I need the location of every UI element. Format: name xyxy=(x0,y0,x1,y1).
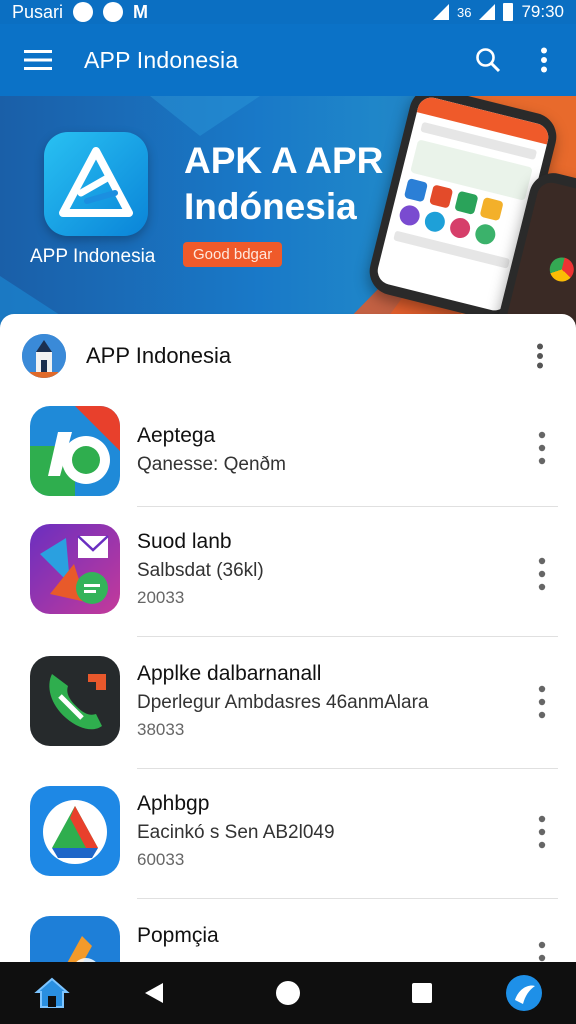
app-list: Aeptega Qanesse: Qenðm Suod lanb Salbsda… xyxy=(0,398,576,962)
nav-home-button[interactable] xyxy=(264,962,312,1024)
home-circle-icon xyxy=(276,981,300,1005)
search-button[interactable] xyxy=(458,24,518,96)
nav-recents-button[interactable] xyxy=(398,962,446,1024)
banner-logo-label: APP Indonesia xyxy=(30,246,156,267)
app-name: Applke dalbarnanall xyxy=(137,662,322,685)
app-name: Suod lanb xyxy=(137,530,232,553)
church-icon xyxy=(22,334,66,378)
mail-chat-icon xyxy=(30,524,120,614)
app-more-button[interactable] xyxy=(532,938,552,962)
app-more-button[interactable] xyxy=(532,682,552,722)
more-vert-icon xyxy=(538,685,546,719)
app-list-item[interactable]: Popmçia xyxy=(0,898,576,962)
app-list-item[interactable]: Suod lanb Salbsdat (36kl) 20033 xyxy=(0,508,576,636)
app-list-item[interactable]: Aeptega Qanesse: Qenðm xyxy=(0,398,576,508)
recents-icon xyxy=(412,983,432,1003)
screen: Pusari M 36 79:30 APP Indonesia APP Indo… xyxy=(0,0,576,1024)
list-header: APP Indonesia xyxy=(0,314,576,398)
app-title: APP Indonesia xyxy=(84,46,239,73)
phone-call-icon xyxy=(30,656,120,746)
g-logo-icon xyxy=(30,406,120,496)
list-divider xyxy=(137,506,558,507)
app-name: Aeptega xyxy=(137,424,216,447)
home-icon xyxy=(34,977,70,1008)
signal-icon xyxy=(479,4,496,20)
signal-label: 36 xyxy=(456,4,472,20)
menu-button[interactable] xyxy=(0,24,76,96)
app-meta: 60033 xyxy=(137,850,185,869)
app-more-button[interactable] xyxy=(532,428,552,468)
list-header-title: APP Indonesia xyxy=(86,343,232,368)
triangle-logo-icon xyxy=(59,147,133,217)
app-icon-blue-orange xyxy=(30,916,120,962)
carrier-label: Pusari xyxy=(12,1,64,22)
more-vert-icon xyxy=(538,815,546,849)
church-app-icon xyxy=(22,334,66,378)
back-icon xyxy=(145,983,163,1003)
app-bar: APP Indonesia xyxy=(0,24,576,96)
app-icon-purple-mail xyxy=(30,524,120,614)
hamburger-icon xyxy=(24,50,52,70)
app-subtitle: Qanesse: Qenðm xyxy=(137,454,286,475)
more-vert-icon xyxy=(541,47,547,73)
nav-home-app-button[interactable] xyxy=(28,962,76,1024)
app-subtitle: Eacinkó s Sen AB2l049 xyxy=(137,822,335,843)
notification-icon xyxy=(73,2,94,22)
banner-app-logo xyxy=(44,132,148,236)
app-meta: 38033 xyxy=(137,720,185,739)
list-header-more-button[interactable] xyxy=(520,336,560,376)
app-subtitle: Dperlegur Ambdasres 46anmAlara xyxy=(137,692,429,713)
app-icon-blue-triangle xyxy=(30,786,120,876)
banner-cta-button[interactable]: Good bdgar xyxy=(183,242,283,267)
app-name: Aphbgp xyxy=(137,792,210,815)
wifi-icon xyxy=(432,4,449,20)
nav-app-launcher-button[interactable] xyxy=(500,962,548,1024)
triangle-drive-icon xyxy=(30,786,120,876)
more-vert-icon xyxy=(538,557,546,591)
app-list-item[interactable]: Aphbgp Eacinkó s Sen AB2l049 60033 xyxy=(0,768,576,898)
app-more-button[interactable] xyxy=(532,554,552,594)
more-vert-icon xyxy=(538,941,546,962)
overflow-menu-button[interactable] xyxy=(518,24,570,96)
battery-icon xyxy=(503,3,514,21)
nav-back-button[interactable] xyxy=(130,962,178,1024)
more-vert-icon xyxy=(538,431,546,465)
app-launcher-icon xyxy=(506,975,542,1011)
more-vert-icon xyxy=(537,343,543,369)
status-bar: Pusari M 36 79:30 xyxy=(0,0,576,24)
app-name: Popmçia xyxy=(137,924,219,947)
app-logo-icon xyxy=(30,916,120,962)
banner-headline-line1: APK A APR xyxy=(184,140,384,181)
app-meta: 20033 xyxy=(137,588,185,607)
search-icon xyxy=(476,48,501,73)
mail-icon: M xyxy=(133,1,149,22)
notification-icon-2 xyxy=(103,2,124,22)
app-subtitle: Salbsdat (36kl) xyxy=(137,560,264,581)
clock: 79:30 xyxy=(521,2,564,21)
app-icon-green-g xyxy=(30,406,120,496)
app-icon-dark-phone xyxy=(30,656,120,746)
system-nav-bar xyxy=(0,962,576,1024)
promo-banner[interactable]: APP Indonesia APK A APR Indónesia Good b… xyxy=(0,96,576,328)
app-more-button[interactable] xyxy=(532,812,552,852)
app-list-item[interactable]: Applke dalbarnanall Dperlegur Ambdasres … xyxy=(0,636,576,768)
